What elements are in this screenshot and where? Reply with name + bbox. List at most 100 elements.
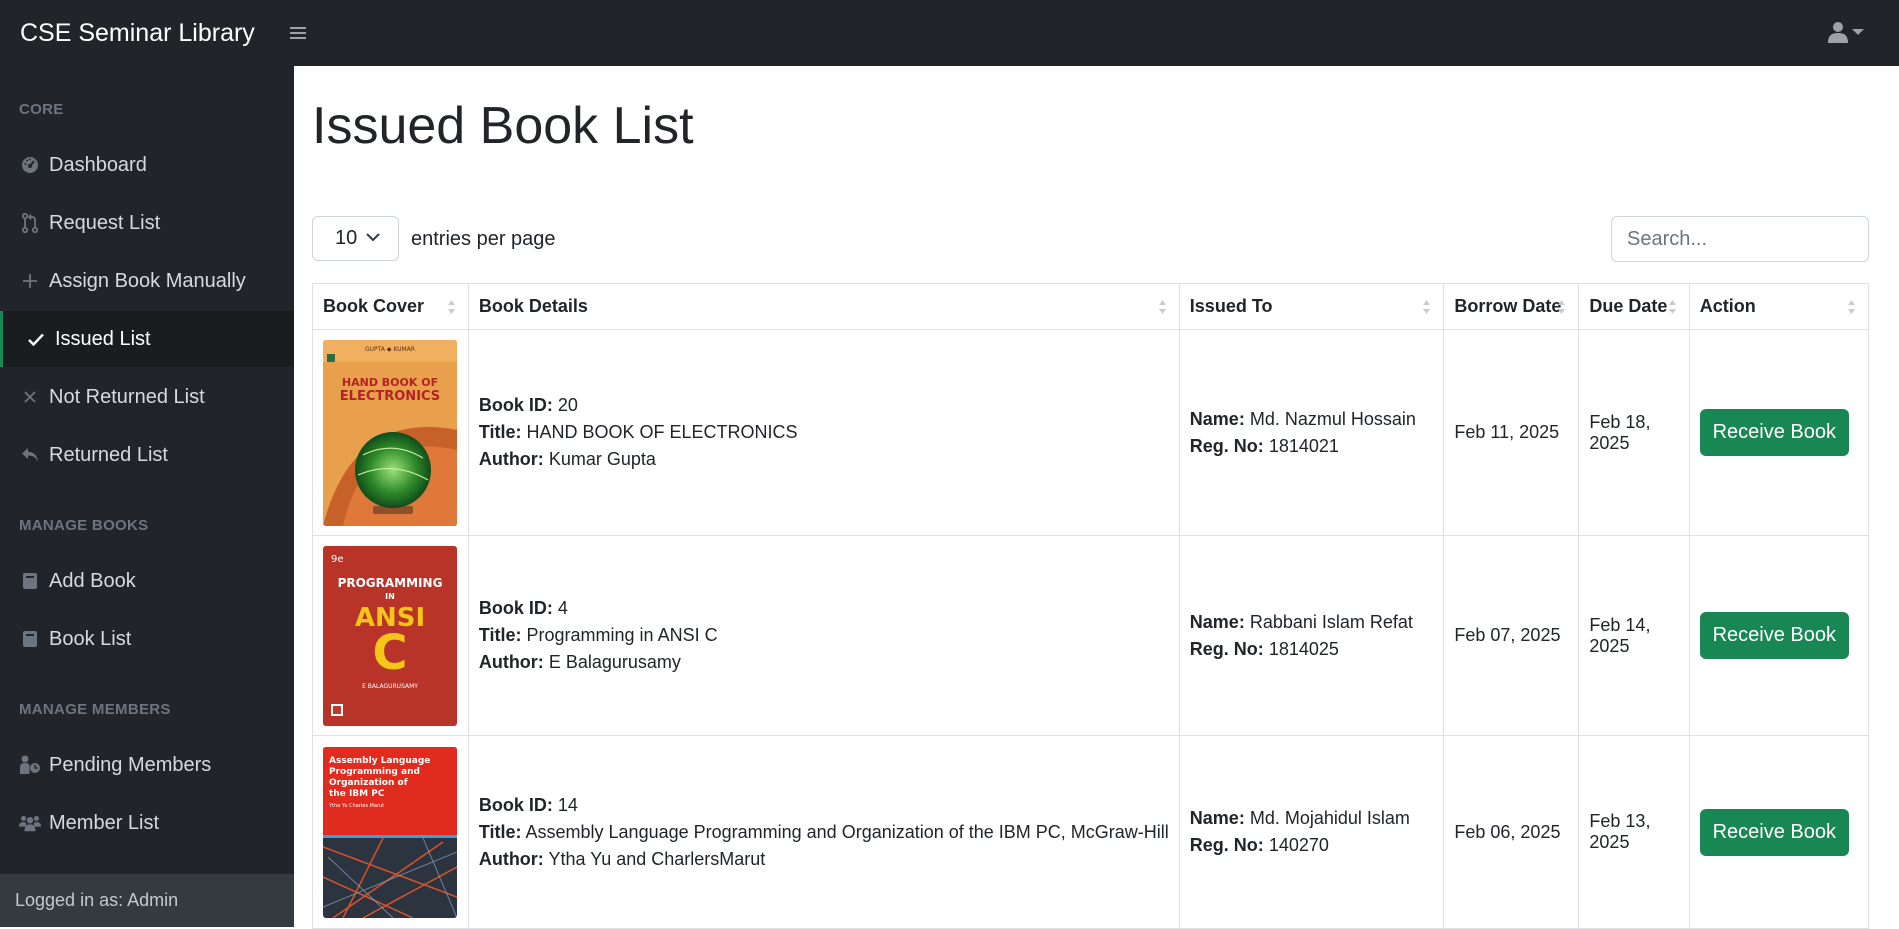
book-author: E Balagurusamy (548, 652, 681, 672)
column-header-book-details[interactable]: Book Details (467, 283, 1180, 330)
sidebar: CORE Dashboard Request List Assign Book … (0, 66, 294, 927)
member-name: Md. Nazmul Hossain (1249, 408, 1416, 429)
book-id: 20 (557, 395, 578, 415)
top-navbar: CSE Seminar Library (0, 0, 1899, 66)
svg-text:GUPTA ◆ KUMAR: GUPTA ◆ KUMAR (365, 346, 415, 353)
issued-books-table: Book Cover Book Details Issued To Borrow… (312, 283, 1870, 929)
book-cover-cell: GUPTA ◆ KUMAR HAND BOOK OF ELECTRONICS (312, 329, 469, 536)
sidebar-item-label: Member List (49, 811, 160, 834)
sidebar-heading-manage-books: MANAGE BOOKS (19, 517, 149, 534)
book-cover-image: GUPTA ◆ KUMAR HAND BOOK OF ELECTRONICS (323, 339, 457, 526)
sidebar-item-request-list[interactable]: Request List (0, 195, 294, 251)
receive-book-button[interactable]: Receive Book (1699, 612, 1849, 659)
sidebar-item-issued-list[interactable]: Issued List (0, 311, 294, 367)
svg-text:HAND BOOK OF: HAND BOOK OF (342, 376, 438, 389)
book-title: Programming in ANSI C (526, 625, 718, 645)
sidebar-item-not-returned-list[interactable]: Not Returned List (0, 369, 294, 425)
action-cell: Receive Book (1688, 329, 1870, 536)
borrow-date-cell: Feb 07, 2025 (1443, 535, 1580, 736)
table-row: 9e PROGRAMMING IN ANSI C E BALAGURUSAMY … (312, 535, 1870, 736)
entries-select-value: 10 (335, 227, 358, 249)
sidebar-item-returned-list[interactable]: Returned List (0, 427, 294, 483)
column-header-action[interactable]: Action (1688, 283, 1870, 330)
user-icon (1828, 22, 1848, 43)
column-header-due-date[interactable]: Due Date (1578, 283, 1690, 330)
book-cover-cell: 9e PROGRAMMING IN ANSI C E BALAGURUSAMY (312, 535, 469, 736)
table-header-row: Book Cover Book Details Issued To Borrow… (312, 283, 1870, 330)
dashboard-icon (19, 154, 41, 176)
sort-icon (447, 300, 455, 314)
member-reg-no: 140270 (1268, 835, 1329, 855)
search-input[interactable] (1611, 216, 1869, 262)
book-author: Ytha Yu and CharlersMarut (548, 848, 766, 869)
action-cell: Receive Book (1688, 535, 1870, 736)
brand-title[interactable]: CSE Seminar Library (20, 19, 290, 48)
book-title: Assembly Language Programming and Organi… (525, 821, 1169, 842)
column-header-book-cover[interactable]: Book Cover (312, 283, 469, 330)
sidebar-heading-manage-members: MANAGE MEMBERS (19, 701, 171, 718)
column-header-issued-to[interactable]: Issued To (1178, 283, 1445, 330)
sidebar-item-dashboard[interactable]: Dashboard (0, 137, 294, 193)
book-id: 4 (557, 598, 568, 618)
chevron-down-icon (366, 233, 380, 242)
book-cover-cell: Assembly Language Programming and Organi… (312, 735, 469, 929)
receive-book-button[interactable]: Receive Book (1699, 409, 1849, 456)
table-row: GUPTA ◆ KUMAR HAND BOOK OF ELECTRONICS B… (312, 329, 1870, 536)
check-icon (25, 328, 47, 350)
due-date-cell: Feb 18, 2025 (1578, 329, 1690, 536)
page-title: Issued Book List (312, 97, 694, 155)
sidebar-item-label: Pending Members (49, 753, 212, 776)
main-content: Issued Book List 10 entries per page Boo… (294, 66, 1899, 929)
sidebar-toggle-icon[interactable] (290, 20, 306, 46)
book-details-cell: Book ID: 14 Title: Assembly Language Pro… (467, 735, 1180, 929)
sidebar-item-book-list[interactable]: Book List (0, 611, 294, 667)
sidebar-item-pending-members[interactable]: Pending Members (0, 737, 294, 793)
svg-text:E BALAGURUSAMY: E BALAGURUSAMY (362, 683, 418, 690)
book-details-cell: Book ID: 20 Title: HAND BOOK OF ELECTRON… (467, 329, 1180, 536)
svg-text:Programming and: Programming and (329, 767, 420, 777)
borrow-date-cell: Feb 11, 2025 (1443, 329, 1580, 536)
svg-text:Ytha Yu Charles Marut: Ytha Yu Charles Marut (328, 803, 384, 809)
sort-icon (1848, 300, 1855, 314)
receive-book-button[interactable]: Receive Book (1699, 808, 1849, 856)
column-header-borrow-date[interactable]: Borrow Date (1443, 283, 1580, 330)
sort-icon (1668, 300, 1676, 314)
member-reg-no: 1814021 (1268, 435, 1339, 456)
sidebar-item-member-list[interactable]: Member List (0, 795, 294, 851)
sort-icon (1158, 300, 1166, 314)
book-title: HAND BOOK OF ELECTRONICS (526, 422, 798, 442)
svg-text:the IBM PC: the IBM PC (329, 789, 385, 799)
due-date-cell: Feb 14, 2025 (1578, 535, 1690, 736)
borrow-date-cell: Feb 06, 2025 (1443, 735, 1580, 929)
sidebar-item-label: Issued List (55, 327, 151, 350)
sort-icon (1423, 300, 1431, 314)
book-icon (19, 628, 41, 650)
svg-text:ELECTRONICS: ELECTRONICS (340, 389, 440, 404)
user-menu[interactable] (1828, 21, 1864, 43)
svg-text:9e: 9e (331, 554, 344, 565)
issued-to-cell: Name: Md. Mojahidul Islam Reg. No: 14027… (1178, 735, 1445, 929)
book-id: 14 (557, 794, 578, 815)
plus-icon (19, 270, 41, 292)
member-reg-no: 1814025 (1268, 638, 1339, 659)
sidebar-item-label: Returned List (49, 443, 168, 466)
sidebar-item-add-book[interactable]: Add Book (0, 553, 294, 609)
svg-text:Organization of: Organization of (329, 778, 408, 788)
svg-text:Assembly Language: Assembly Language (329, 756, 430, 766)
entries-per-page-select[interactable]: 10 (312, 216, 399, 261)
due-date-cell: Feb 13, 2025 (1578, 735, 1690, 929)
issued-to-cell: Name: Rabbani Islam Refat Reg. No: 18140… (1178, 535, 1445, 736)
sidebar-item-label: Book List (49, 627, 132, 650)
member-name: Md. Mojahidul Islam (1249, 808, 1410, 828)
sidebar-footer-logged-in: Logged in as: Admin (0, 874, 294, 927)
sidebar-item-assign-book-manually[interactable]: Assign Book Manually (0, 253, 294, 309)
reply-icon (19, 444, 41, 466)
member-name: Rabbani Islam Refat (1249, 611, 1413, 632)
book-icon (19, 570, 41, 592)
sidebar-heading-core: CORE (19, 101, 64, 118)
sidebar-item-label: Dashboard (49, 153, 147, 176)
caret-down-icon (1852, 29, 1864, 35)
svg-text:PROGRAMMING: PROGRAMMING (338, 576, 443, 590)
users-icon (19, 812, 41, 834)
sidebar-item-label: Not Returned List (49, 385, 205, 408)
